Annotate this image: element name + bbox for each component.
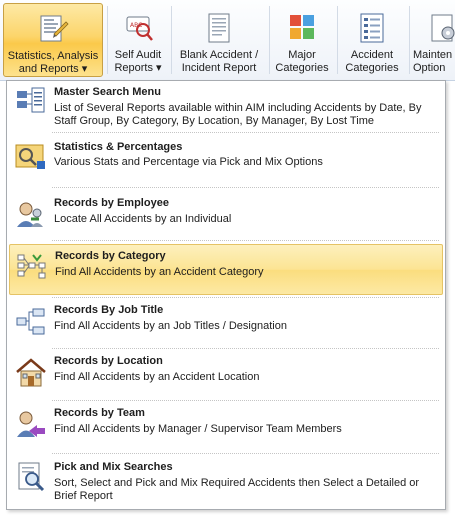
blank-accident-incident-report-button[interactable]: Blank Accident / Incident Report	[173, 3, 265, 77]
self-audit-icon: ABC	[126, 16, 153, 41]
ribbon-label-line2: Incident Report	[181, 62, 257, 74]
menu-item-title: Records by Team	[54, 407, 145, 419]
ribbon-label-line2: and Reports ▾	[18, 63, 88, 75]
menu-item-pick-and-mix-searches[interactable]: Pick and Mix Searches Sort, Select and P…	[9, 456, 443, 508]
ribbon-label-line1: Mainten	[413, 49, 453, 61]
employee-icon	[17, 202, 43, 227]
ribbon-separator	[409, 6, 410, 74]
ribbon-label-line2: Categories	[345, 62, 399, 74]
menu-separator	[52, 297, 439, 298]
menu-separator	[52, 348, 439, 349]
pick-mix-search-icon	[18, 462, 45, 492]
ribbon-label-line1: Statistics, Analysis	[7, 50, 99, 62]
self-audit-reports-button[interactable]: ABC Self Audit Reports ▾	[109, 3, 167, 77]
accident-categories-icon	[360, 13, 384, 43]
accident-categories-button[interactable]: Accident Categories	[339, 3, 405, 77]
menu-item-records-by-team[interactable]: Records by Team Find All Accidents by Ma…	[9, 403, 443, 453]
menu-separator	[52, 187, 439, 188]
location-house-icon	[16, 358, 46, 387]
ribbon-label-line2: Reports ▾	[114, 62, 162, 74]
menu-item-title: Records by Category	[55, 250, 166, 262]
menu-item-records-by-category[interactable]: Records by Category Find All Accidents b…	[9, 244, 443, 295]
major-categories-button[interactable]: Major Categories	[271, 3, 333, 77]
menu-item-title: Statistics & Percentages	[54, 141, 183, 153]
maintenance-options-button[interactable]: Mainten Option	[411, 3, 455, 77]
team-icon	[17, 411, 45, 437]
menu-separator	[52, 453, 439, 454]
ribbon-separator	[171, 6, 172, 74]
ribbon-label-line1: Major	[288, 49, 316, 61]
job-title-icon	[16, 308, 45, 335]
statistics-analysis-reports-button[interactable]: Statistics, Analysis and Reports ▾	[3, 3, 103, 77]
menu-item-records-by-location[interactable]: Records by Location Find All Accidents b…	[9, 351, 443, 401]
menu-item-statistics-percentages[interactable]: Statistics & Percentages Various Stats a…	[9, 135, 443, 183]
menu-item-title: Records By Job Title	[54, 304, 164, 316]
menu-item-description: List of Several Reports available within…	[54, 102, 422, 127]
blank-report-icon	[208, 13, 230, 43]
ribbon-separator	[107, 6, 108, 74]
menu-separator	[52, 400, 439, 401]
ribbon-separator	[269, 6, 270, 74]
menu-item-master-search[interactable]: Master Search Menu List of Several Repor…	[9, 83, 443, 131]
ribbon-label-line1: Accident	[350, 49, 394, 61]
ribbon-label-line1: Self Audit	[114, 49, 162, 61]
menu-item-title: Pick and Mix Searches	[54, 461, 173, 473]
category-icon	[17, 254, 46, 279]
menu-item-title: Records by Employee	[54, 197, 169, 209]
menu-item-description: Find All Accidents by Manager / Supervis…	[54, 423, 342, 435]
menu-item-description: Find All Accidents by an Accident Locati…	[54, 371, 260, 383]
menu-item-description: Sort, Select and Pick and Mix Required A…	[54, 477, 420, 502]
statistics-icon	[40, 15, 69, 42]
ribbon-label-line2: Categories	[275, 62, 329, 74]
menu-item-records-by-job-title[interactable]: Records By Job Title Find All Accidents …	[9, 300, 443, 348]
menu-item-title: Master Search Menu	[54, 86, 161, 98]
ribbon: Statistics, Analysis and Reports ▾ ABC Se…	[0, 0, 455, 81]
maintenance-icon	[431, 14, 455, 42]
menu-item-records-by-employee[interactable]: Records by Employee Locate All Accidents…	[9, 191, 443, 241]
menu-separator	[52, 240, 439, 241]
ribbon-label-line1: Blank Accident /	[179, 49, 259, 61]
menu-item-description: Locate All Accidents by an Individual	[54, 213, 232, 225]
master-search-icon	[17, 87, 45, 113]
menu-separator	[52, 132, 439, 133]
menu-item-title: Records by Location	[54, 355, 163, 367]
menu-item-description: Find All Accidents by an Job Titles / De…	[54, 320, 287, 332]
menu-item-description: Find All Accidents by an Accident Catego…	[55, 266, 264, 278]
menu-item-description: Various Stats and Percentage via Pick an…	[54, 156, 323, 168]
statistics-dropdown-menu: Master Search Menu List of Several Repor…	[6, 80, 446, 510]
statistics-percentages-icon	[15, 144, 45, 169]
major-categories-icon	[290, 15, 314, 39]
ribbon-separator	[337, 6, 338, 74]
ribbon-label-line2: Option	[413, 62, 446, 74]
